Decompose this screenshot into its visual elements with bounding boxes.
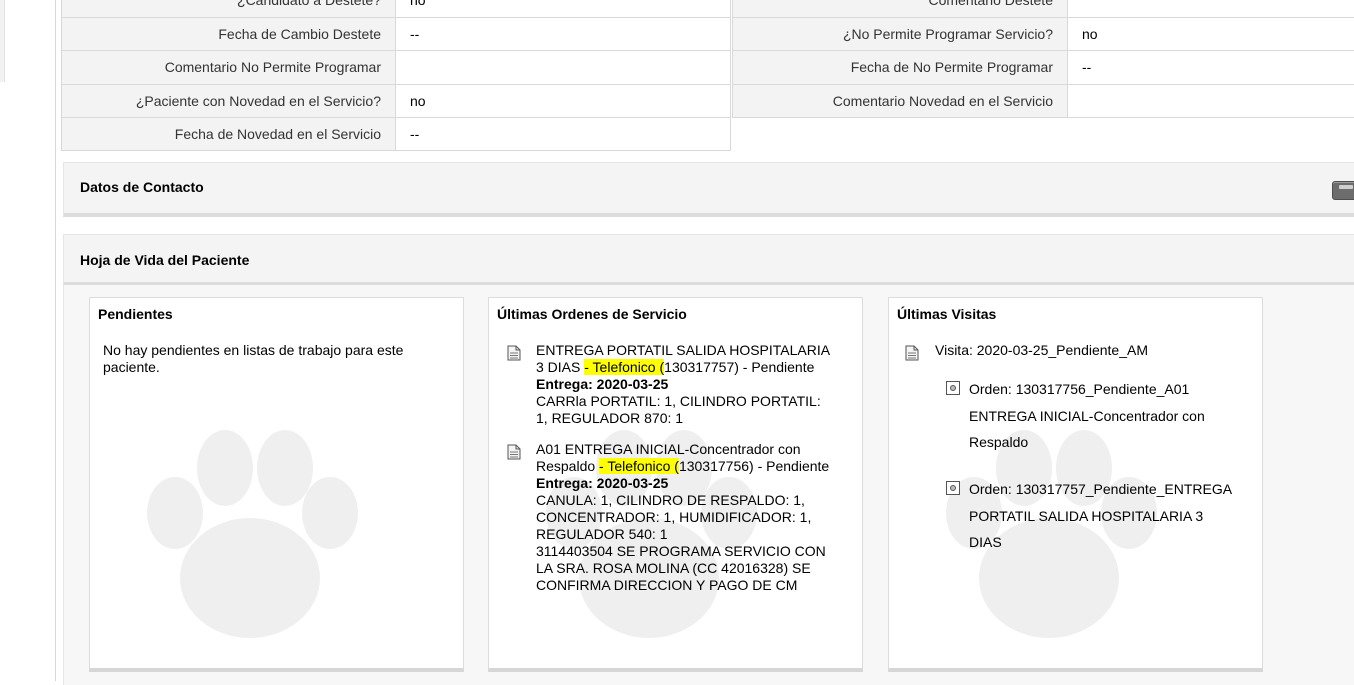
paw-watermark-icon xyxy=(147,430,358,638)
orden-line: CONFIRMA DIRECCION Y PAGO DE CM xyxy=(536,577,798,593)
visita-orden-line: Orden: 130317757_Pendiente_ENTREGA xyxy=(969,481,1233,497)
visita-orden-line: ENTREGA INICIAL-Concentrador con xyxy=(969,407,1205,424)
paciente-novedad-value-text: no xyxy=(410,93,426,109)
orden-line: CONCENTRADOR: 1, HUMIDIFICADOR: 1, xyxy=(536,509,812,525)
fecha-novedad-value-text: -- xyxy=(410,126,420,142)
orden-line-pre: Respaldo xyxy=(536,458,600,474)
visita-orden-item[interactable]: Orden: 130317756_Pendiente_A01 ENTREGA I… xyxy=(969,376,1205,456)
visitas-column: Últimas Visitas Visita: 2020-03-25_Pendi… xyxy=(888,297,1263,672)
fecha-no-permite-value: -- xyxy=(1067,50,1354,85)
orden-line: CARRla PORTATIL: 1, CILINDRO PORTATIL: xyxy=(536,393,821,409)
orden-line: ENTREGA PORTATIL SALIDA HOSPITALARIA xyxy=(536,342,831,358)
orden-entrega-date: Entrega: 2020-03-25 xyxy=(536,376,669,392)
pendientes-empty-message: No hay pendientes en listas de trabajo p… xyxy=(103,342,403,376)
orden-toggle-icon[interactable] xyxy=(946,481,960,495)
comentario-destete-value xyxy=(1067,0,1354,18)
orden-line: 3 DIAS - Telefonico (130317757) - Pendie… xyxy=(536,359,830,376)
left-rail xyxy=(0,0,5,82)
orden-item[interactable]: A01 ENTREGA INICIAL-Concentrador con Res… xyxy=(536,441,829,594)
candidato-destete-label: ¿Candidato a Destete? xyxy=(61,0,396,18)
content-border xyxy=(55,0,56,681)
pendientes-column: Pendientes No hay pendientes en listas d… xyxy=(89,297,464,672)
orden-line: Respaldo - Telefonico (130317756) - Pend… xyxy=(536,458,829,475)
fecha-novedad-value: -- xyxy=(395,117,731,151)
orden-line: 3114403504 SE PROGRAMA SERVICIO CON xyxy=(536,543,826,559)
visita-orden-item[interactable]: Orden: 130317757_Pendiente_ENTREGA PORTA… xyxy=(969,476,1232,556)
visita-item[interactable]: Visita: 2020-03-25_Pendiente_AM xyxy=(935,342,1148,359)
comentario-no-permite-label: Comentario No Permite Programar xyxy=(61,50,396,85)
visitas-title: Últimas Visitas xyxy=(897,306,997,322)
visita-orden-line: PORTATIL SALIDA HOSPITALARIA 3 xyxy=(969,507,1204,524)
paciente-novedad-label: ¿Paciente con Novedad en el Servicio? xyxy=(61,84,396,118)
orden-line: CANULA: 1, CILINDRO DE RESPALDO: 1, xyxy=(536,492,805,508)
document-icon xyxy=(507,345,521,361)
orden-line: REGULADOR 540: 1 xyxy=(536,526,668,542)
orden-line: A01 ENTREGA INICIAL-Concentrador con xyxy=(536,441,801,457)
orden-item[interactable]: ENTREGA PORTATIL SALIDA HOSPITALARIA 3 D… xyxy=(536,342,830,427)
fecha-cambio-destete-value: -- xyxy=(395,17,731,51)
candidato-destete-value: no xyxy=(395,0,731,18)
visita-orden-line: Respaldo xyxy=(969,434,1029,450)
visita-orden-line: DIAS xyxy=(969,534,1002,550)
datos-contacto-panel[interactable]: Datos de Contacto xyxy=(63,162,1354,217)
orden-highlight: - Telefonico ( xyxy=(599,458,679,474)
no-permite-programar-label: ¿No Permite Programar Servicio? xyxy=(732,17,1068,51)
fecha-novedad-label-text: Fecha de Novedad en el Servicio xyxy=(174,126,381,142)
fecha-no-permite-label-text: Fecha de No Permite Programar xyxy=(850,59,1053,75)
comentario-novedad-label-text: Comentario Novedad en el Servicio xyxy=(832,93,1053,109)
candidato-destete-value-text: no xyxy=(410,0,426,8)
no-permite-programar-label-text: ¿No Permite Programar Servicio? xyxy=(842,26,1053,42)
candidato-destete-label-text: ¿Candidato a Destete? xyxy=(237,0,381,8)
pendientes-title: Pendientes xyxy=(98,306,173,322)
orden-line-post: 130317757) - Pendiente xyxy=(664,359,815,375)
fecha-cambio-destete-value-text: -- xyxy=(410,26,420,42)
orden-highlight: - Telefonico ( xyxy=(584,359,665,375)
no-permite-programar-value-text: no xyxy=(1082,26,1098,42)
comentario-novedad-label: Comentario Novedad en el Servicio xyxy=(732,84,1068,118)
fecha-no-permite-value-text: -- xyxy=(1082,59,1092,75)
hoja-vida-panel[interactable]: Hoja de Vida del Paciente xyxy=(63,234,1354,286)
no-permite-programar-value: no xyxy=(1067,17,1354,51)
orden-line-post: 130317756) - Pendiente xyxy=(678,458,830,474)
comentario-destete-label-text: Comentario Destete xyxy=(928,0,1053,8)
comentario-no-permite-value xyxy=(395,50,731,85)
orden-toggle-icon[interactable] xyxy=(946,381,960,395)
ordenes-column: Últimas Ordenes de Servicio ENTREGA PORT… xyxy=(488,297,863,672)
document-icon xyxy=(507,444,521,460)
fecha-cambio-destete-label: Fecha de Cambio Destete xyxy=(61,17,396,51)
visita-orden-line: Orden: 130317756_Pendiente_A01 xyxy=(969,381,1190,397)
paciente-novedad-value: no xyxy=(395,84,731,118)
fecha-novedad-label: Fecha de Novedad en el Servicio xyxy=(61,117,396,151)
document-icon xyxy=(905,345,919,361)
hoja-vida-title: Hoja de Vida del Paciente xyxy=(80,252,250,268)
expand-contact-button[interactable] xyxy=(1332,181,1354,200)
orden-line-pre: 3 DIAS xyxy=(536,359,585,375)
comentario-destete-label: Comentario Destete xyxy=(732,0,1068,18)
fecha-no-permite-label: Fecha de No Permite Programar xyxy=(732,50,1068,85)
orden-line: LA SRA. ROSA MOLINA (CC 42016328) SE xyxy=(536,560,811,576)
datos-contacto-title: Datos de Contacto xyxy=(80,179,204,195)
orden-line: 1, REGULADOR 870: 1 xyxy=(536,410,684,426)
pendientes-empty-line1: No hay pendientes en listas de trabajo p… xyxy=(103,342,404,358)
comentario-no-permite-label-text: Comentario No Permite Programar xyxy=(164,59,381,75)
ordenes-title: Últimas Ordenes de Servicio xyxy=(497,306,687,322)
comentario-novedad-value xyxy=(1067,84,1354,118)
fecha-cambio-destete-label-text: Fecha de Cambio Destete xyxy=(218,26,381,42)
paciente-novedad-label-text: ¿Paciente con Novedad en el Servicio? xyxy=(135,93,381,109)
orden-entrega-date: Entrega: 2020-03-25 xyxy=(536,475,669,491)
pendientes-empty-line2: paciente. xyxy=(103,359,160,375)
